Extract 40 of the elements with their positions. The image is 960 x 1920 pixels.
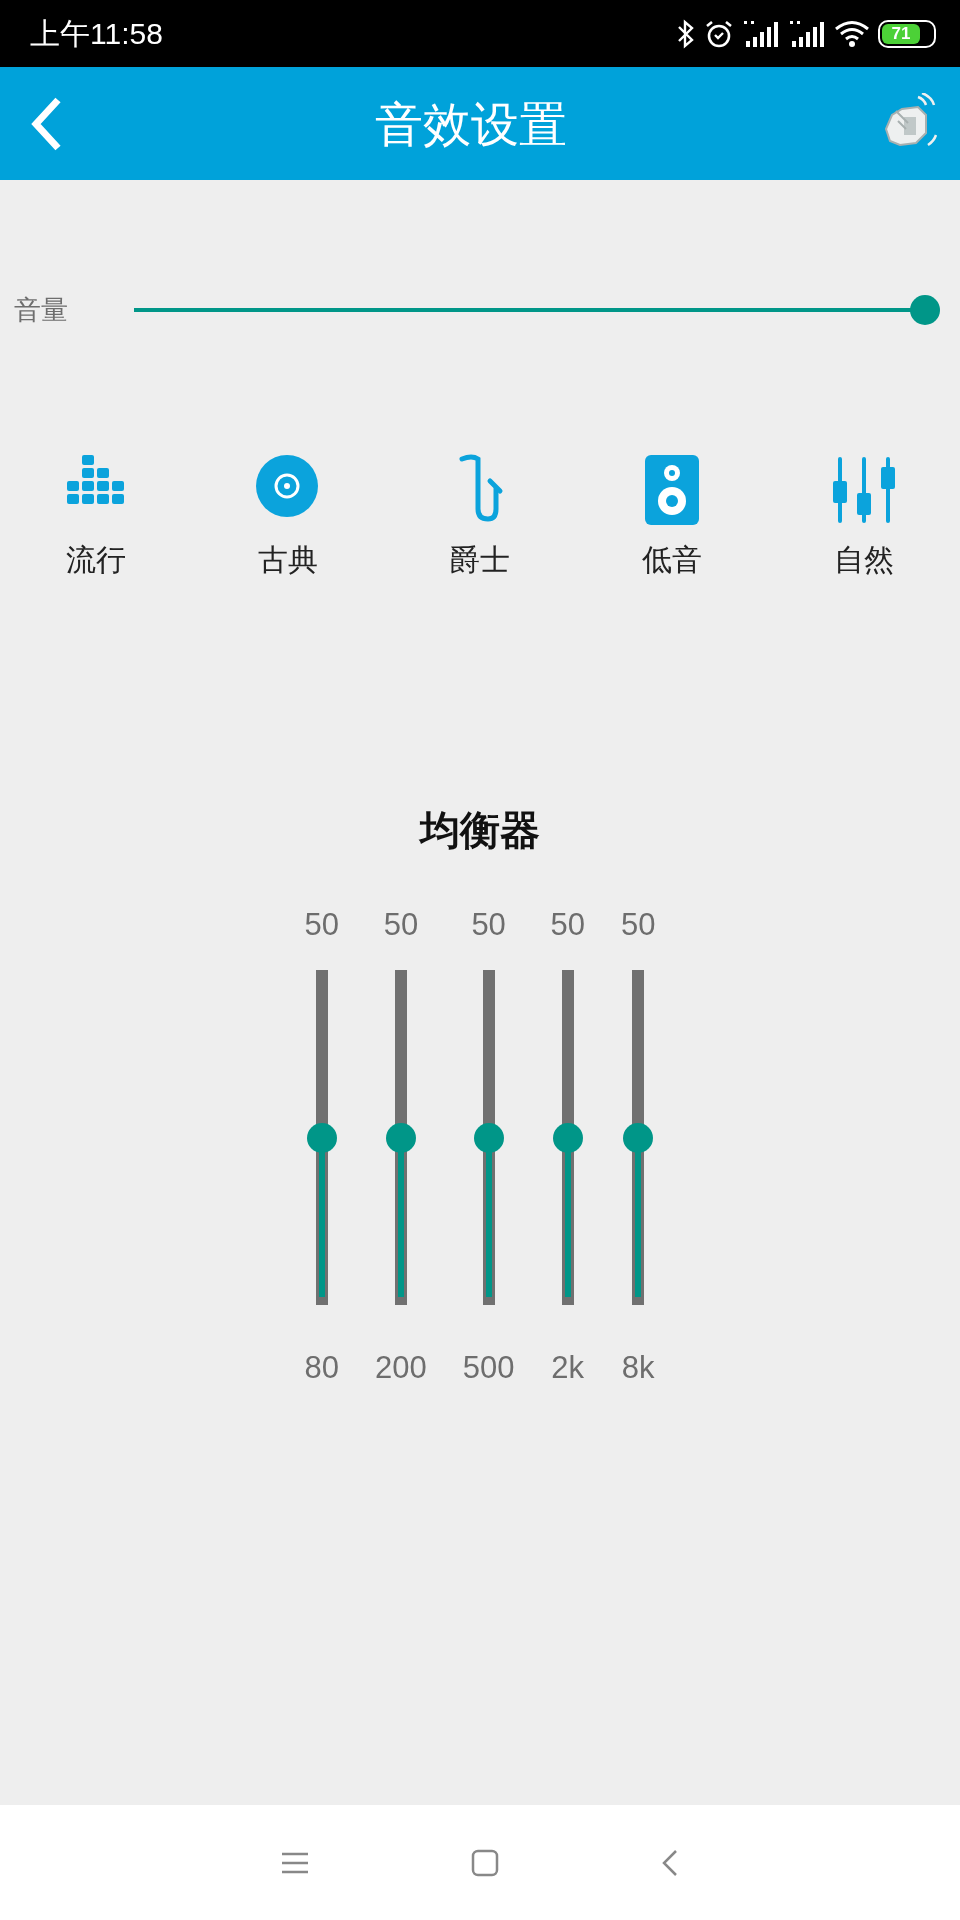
- band-value: 50: [304, 905, 339, 944]
- band-frequency: 500: [462, 1349, 515, 1387]
- band-value: 50: [383, 905, 419, 944]
- band-frequency: 8k: [621, 1349, 655, 1387]
- band-value: 50: [550, 905, 585, 944]
- preset-label[interactable]: 流行: [66, 536, 126, 582]
- preset-label[interactable]: 爵士: [450, 536, 510, 582]
- band-slider[interactable]: [473, 970, 504, 1305]
- home-icon[interactable]: [470, 1847, 500, 1878]
- slider-thumb[interactable]: [552, 1122, 583, 1153]
- equalizer-title: 均衡器: [420, 805, 540, 855]
- volume-label: 音量: [14, 293, 69, 327]
- menu-icon[interactable]: [280, 1850, 310, 1875]
- preset-label[interactable]: 自然: [834, 536, 894, 582]
- band-value: 50: [620, 905, 656, 944]
- signal-icon: [788, 18, 826, 49]
- band-frequency: 2k: [551, 1349, 585, 1387]
- slider-thumb[interactable]: [385, 1122, 416, 1153]
- slider-thumb[interactable]: [623, 1122, 654, 1153]
- back-icon[interactable]: [660, 1847, 680, 1878]
- band-slider[interactable]: [385, 970, 416, 1305]
- band-slider[interactable]: [552, 970, 583, 1305]
- alarm-icon: [704, 18, 734, 49]
- slider-thumb[interactable]: [473, 1122, 504, 1153]
- band-value: 50: [471, 905, 506, 944]
- volume-slider[interactable]: [134, 295, 940, 326]
- slider-thumb[interactable]: [910, 295, 940, 326]
- wifi-icon: [834, 18, 870, 49]
- preset-label[interactable]: 低音: [642, 536, 702, 582]
- band-slider[interactable]: [306, 970, 337, 1305]
- status-time: 上午11:58: [30, 16, 163, 52]
- signal-icon: [742, 18, 780, 49]
- bluetooth-icon: [676, 18, 696, 49]
- band-frequency: 80: [304, 1349, 339, 1387]
- band-slider[interactable]: [623, 970, 654, 1305]
- preset-label[interactable]: 古典: [258, 536, 318, 582]
- slider-thumb[interactable]: [306, 1122, 337, 1153]
- battery-level: 71: [882, 23, 920, 44]
- page-title: 音效设置: [375, 94, 567, 154]
- band-frequency: 200: [375, 1349, 427, 1387]
